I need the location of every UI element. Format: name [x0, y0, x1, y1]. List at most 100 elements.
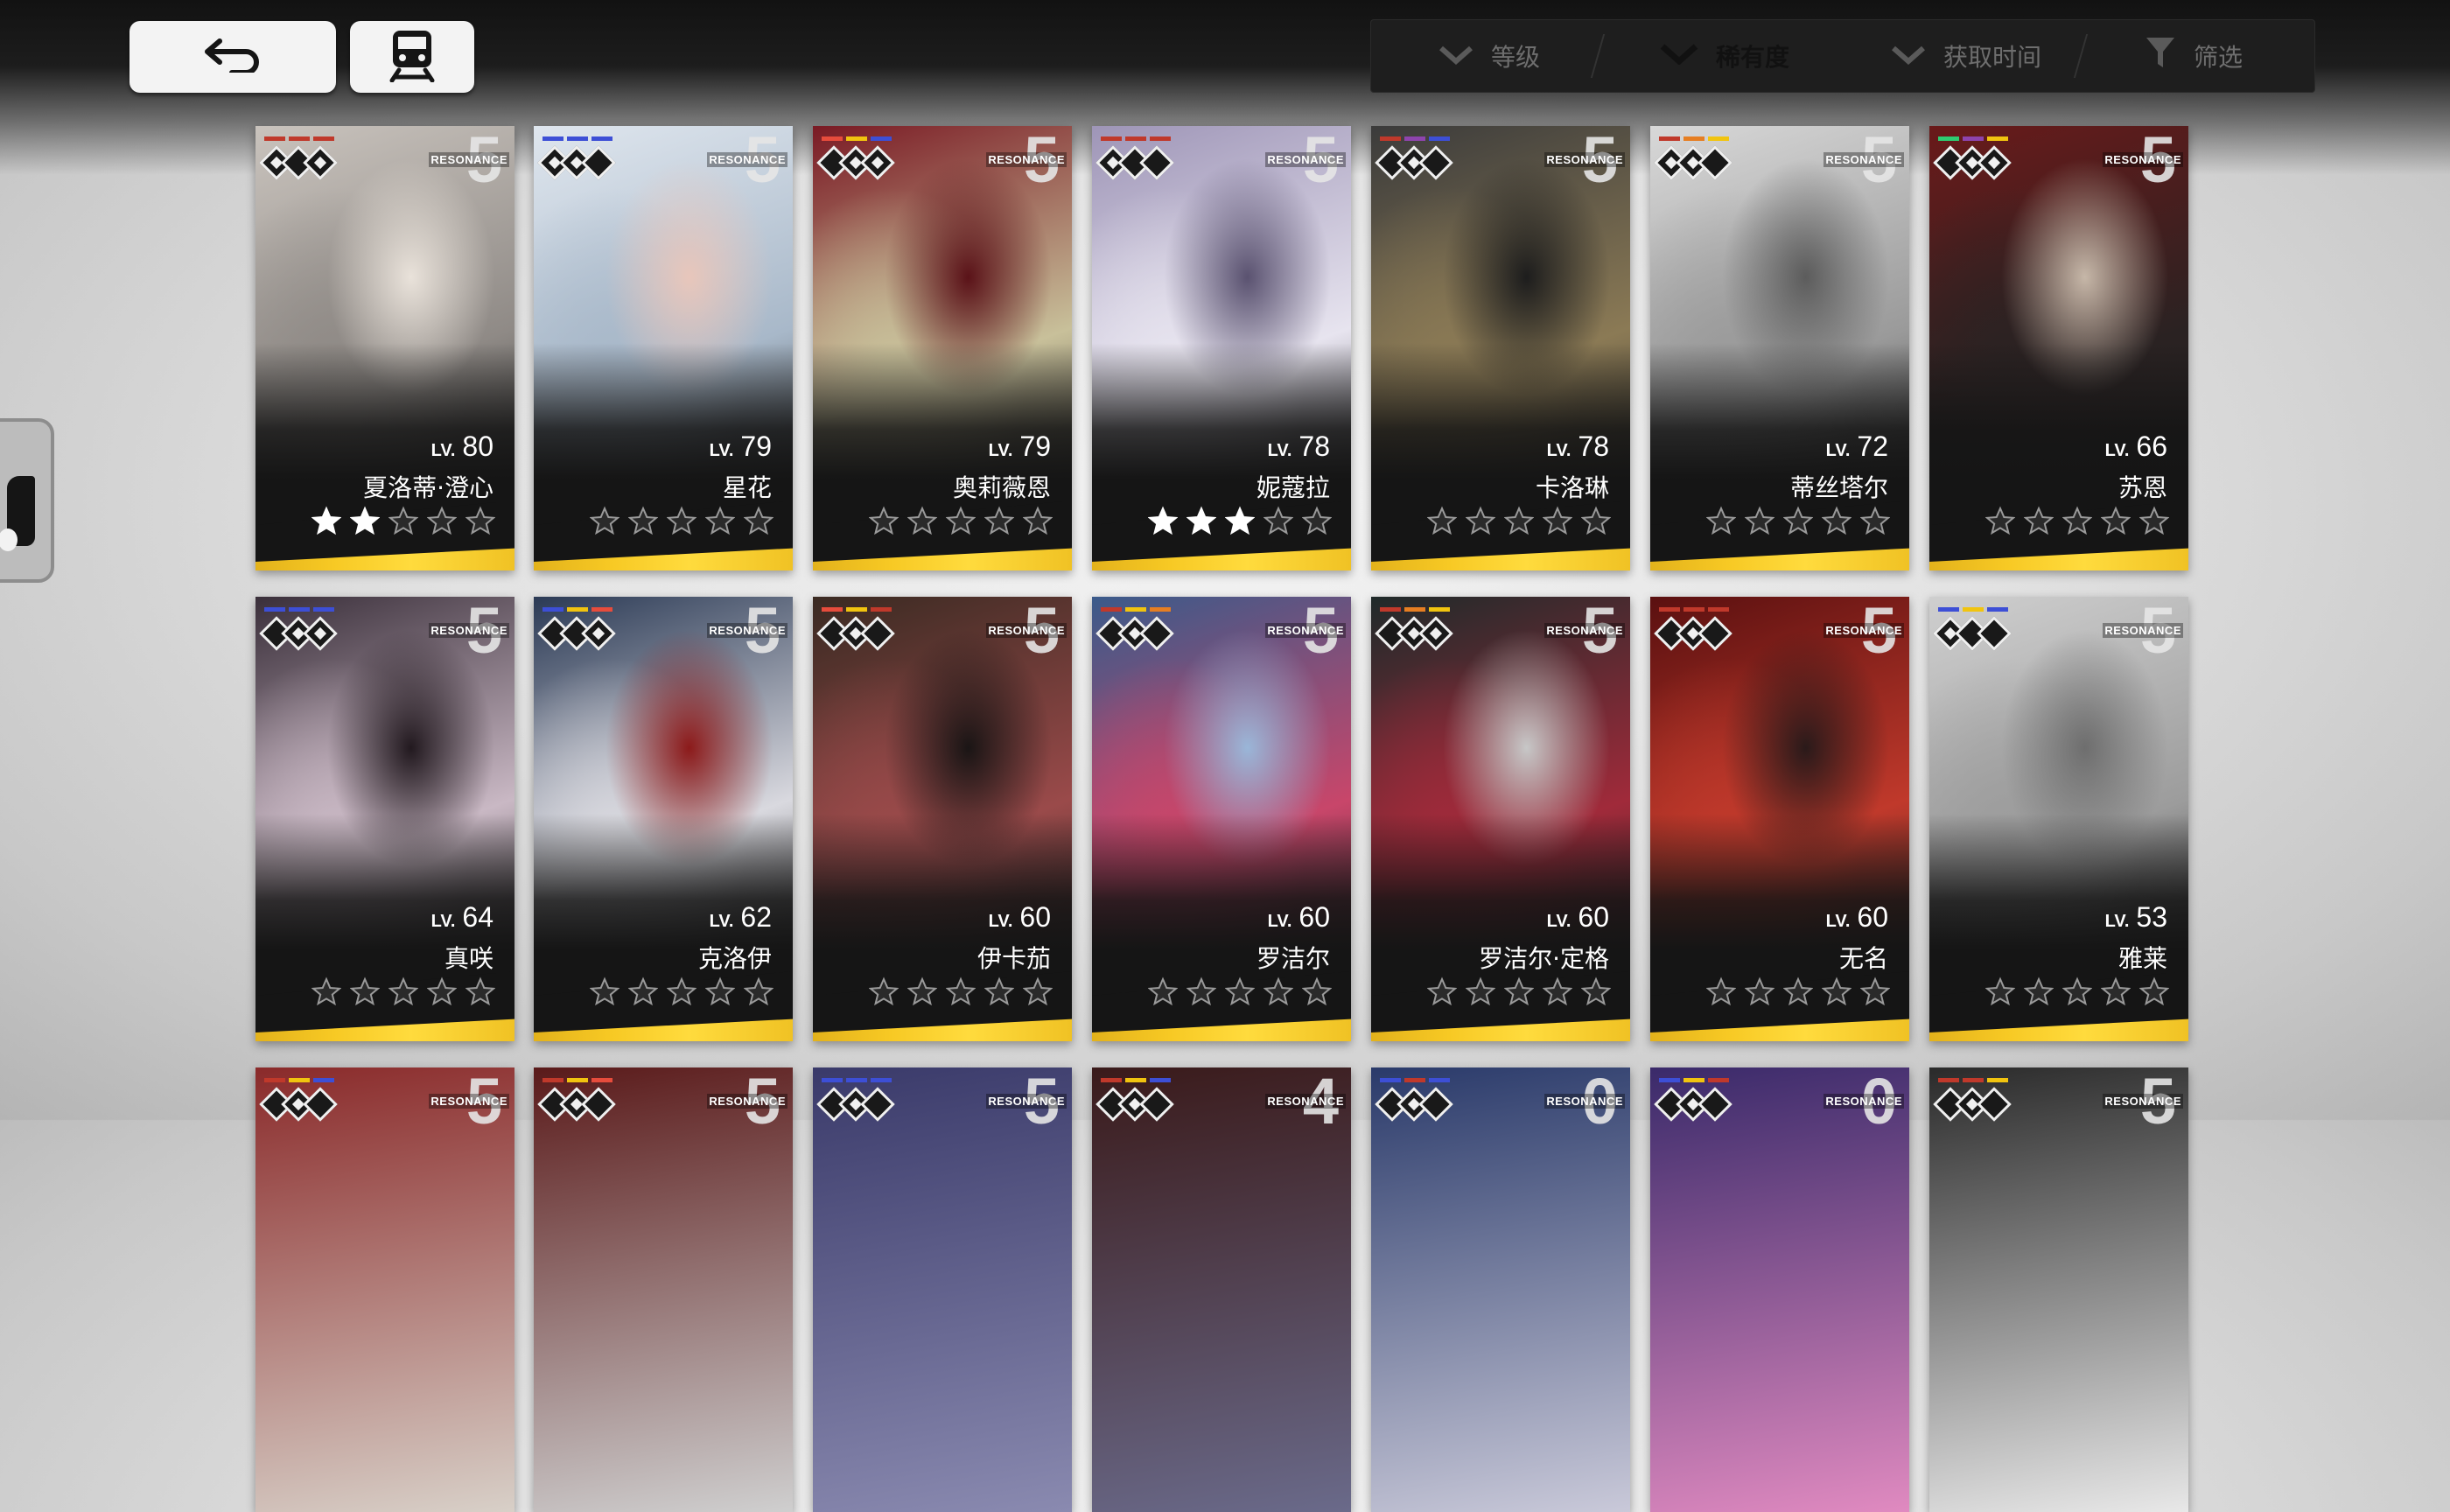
- star-empty-icon: [1300, 504, 1334, 537]
- character-card[interactable]: 5 RESONANCE: [256, 1068, 514, 1512]
- star-empty-icon: [1704, 975, 1738, 1008]
- character-card[interactable]: 4 RESONANCE: [1092, 1068, 1351, 1512]
- character-card[interactable]: 5 RESONANCE LV. 79 奥莉薇恩: [813, 126, 1072, 570]
- resonance-label: RESONANCE: [707, 623, 788, 638]
- character-card[interactable]: 5 RESONANCE LV. 62 克洛伊: [534, 597, 793, 1041]
- tab-filter[interactable]: 筛选: [2097, 20, 2290, 92]
- star-rating: [1425, 975, 1613, 1008]
- base-button[interactable]: [350, 21, 474, 93]
- character-card[interactable]: 5 RESONANCE LV. 78 卡洛琳: [1371, 126, 1630, 570]
- tab-rarity[interactable]: 稀有度: [1602, 20, 1847, 92]
- level-value: 60: [1857, 901, 1888, 933]
- star-empty-icon: [2061, 975, 2094, 1008]
- star-rating: [1146, 975, 1334, 1008]
- star-empty-icon: [665, 975, 698, 1008]
- resonance-label: RESONANCE: [707, 152, 788, 167]
- resonance-label: RESONANCE: [429, 1094, 509, 1109]
- character-level: LV. 78: [1547, 430, 1609, 463]
- element-bars: [1380, 136, 1450, 141]
- star-filled-icon: [310, 504, 343, 537]
- character-level: LV. 53: [2105, 901, 2167, 934]
- character-card[interactable]: 5 RESONANCE LV. 60 伊卡茄: [813, 597, 1072, 1041]
- level-prefix: LV.: [1825, 441, 1851, 460]
- level-value: 64: [462, 901, 494, 933]
- level-value: 80: [462, 430, 494, 462]
- character-card[interactable]: 5 RESONANCE LV. 78 妮蔻拉: [1092, 126, 1351, 570]
- character-level: LV. 64: [431, 901, 494, 934]
- back-arrow-icon: [202, 38, 263, 76]
- character-card[interactable]: 5 RESONANCE: [534, 1068, 793, 1512]
- character-card[interactable]: 5 RESONANCE LV. 60 罗洁尔·定格: [1371, 597, 1630, 1041]
- star-rating: [588, 504, 775, 537]
- character-card[interactable]: 5 RESONANCE LV. 60 无名: [1650, 597, 1909, 1041]
- skill-diamonds: [1096, 145, 1174, 180]
- element-bars: [264, 1078, 334, 1082]
- character-name: 蒂丝塔尔: [1789, 473, 1888, 502]
- star-rating: [588, 975, 775, 1008]
- star-empty-icon: [1021, 975, 1054, 1008]
- element-bars: [1938, 607, 2008, 612]
- character-card[interactable]: 5 RESONANCE LV. 64 真咲: [256, 597, 514, 1041]
- character-card[interactable]: 5 RESONANCE LV. 80 夏洛蒂·澄心: [256, 126, 514, 570]
- level-value: 66: [2136, 430, 2167, 462]
- resonance-label: RESONANCE: [1544, 623, 1625, 638]
- character-name: 罗洁尔: [1256, 944, 1330, 973]
- character-card[interactable]: 5 RESONANCE LV. 66 苏恩: [1929, 126, 2188, 570]
- skill-diamonds: [816, 616, 895, 651]
- tab-acquired-time[interactable]: 获取时间: [1861, 20, 2071, 92]
- element-bars: [264, 607, 334, 612]
- star-empty-icon: [2099, 504, 2132, 537]
- star-filled-icon: [1185, 504, 1218, 537]
- resonance-label: RESONANCE: [1265, 623, 1346, 638]
- character-card[interactable]: 5 RESONANCE LV. 53 雅莱: [1929, 597, 2188, 1041]
- character-card[interactable]: 5 RESONANCE: [1929, 1068, 2188, 1512]
- star-empty-icon: [626, 975, 660, 1008]
- star-empty-icon: [1464, 975, 1497, 1008]
- star-empty-icon: [348, 975, 382, 1008]
- star-empty-icon: [742, 504, 775, 537]
- character-card[interactable]: 0 RESONANCE: [1371, 1068, 1630, 1512]
- skill-diamonds: [1933, 145, 2012, 180]
- star-empty-icon: [1579, 975, 1613, 1008]
- skill-diamonds: [259, 1087, 338, 1122]
- character-card[interactable]: 5 RESONANCE LV. 79 星花: [534, 126, 793, 570]
- resonance-label: RESONANCE: [1265, 1094, 1346, 1109]
- filter-icon: [2145, 36, 2176, 77]
- skill-diamonds: [1654, 616, 1732, 651]
- character-card[interactable]: 5 RESONANCE LV. 60 罗洁尔: [1092, 597, 1351, 1041]
- character-name: 罗洁尔·定格: [1479, 944, 1609, 973]
- skill-diamonds: [1933, 1087, 2012, 1122]
- character-card[interactable]: 0 RESONANCE: [1650, 1068, 1909, 1512]
- tab-rarity-label: 稀有度: [1715, 43, 1789, 72]
- star-rating: [1704, 504, 1892, 537]
- star-empty-icon: [704, 504, 737, 537]
- resonance-label: RESONANCE: [2103, 1094, 2183, 1109]
- star-empty-icon: [1858, 504, 1892, 537]
- resonance-label: RESONANCE: [2103, 152, 2183, 167]
- skill-diamonds: [1654, 1087, 1732, 1122]
- side-panel-tab[interactable]: [0, 418, 54, 583]
- element-bars: [542, 136, 612, 141]
- character-level: LV. 72: [1826, 430, 1888, 463]
- skill-diamonds: [1933, 616, 2012, 651]
- level-prefix: LV.: [709, 912, 734, 931]
- level-value: 78: [1578, 430, 1609, 462]
- element-bars: [542, 607, 612, 612]
- star-empty-icon: [665, 504, 698, 537]
- character-card[interactable]: 5 RESONANCE LV. 72 蒂丝塔尔: [1650, 126, 1909, 570]
- skill-diamonds: [816, 1087, 895, 1122]
- star-empty-icon: [464, 504, 497, 537]
- star-empty-icon: [1820, 975, 1853, 1008]
- resonance-label: RESONANCE: [986, 1094, 1067, 1109]
- back-button[interactable]: [130, 21, 336, 93]
- star-empty-icon: [1820, 504, 1853, 537]
- tab-level[interactable]: 等级: [1406, 20, 1572, 92]
- level-prefix: LV.: [1825, 912, 1851, 931]
- resonance-label: RESONANCE: [1544, 1094, 1625, 1109]
- element-bars: [822, 1078, 892, 1082]
- element-bars: [1101, 136, 1171, 141]
- star-empty-icon: [2061, 504, 2094, 537]
- character-card[interactable]: 5 RESONANCE: [813, 1068, 1072, 1512]
- star-empty-icon: [1262, 975, 1295, 1008]
- star-rating: [1984, 975, 2171, 1008]
